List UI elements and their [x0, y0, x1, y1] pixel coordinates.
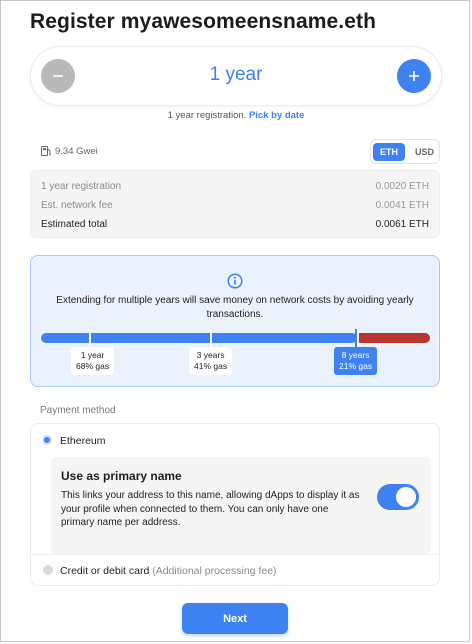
marker-3-years: 3 years 41% gas — [189, 347, 233, 375]
fee-summary: 1 year registration 0.0020 ETH Est. netw… — [30, 170, 440, 238]
marker-years: 3 years — [196, 350, 225, 360]
gas-price: 9.34 Gwei — [40, 145, 98, 157]
cost-bar — [355, 333, 430, 343]
selected-marker — [355, 329, 357, 347]
card-option[interactable]: Credit or debit card (Additional process… — [60, 565, 277, 577]
marker-gas: 41% gas — [194, 361, 228, 371]
duration-subline-text: 1 year registration. — [167, 110, 247, 121]
currency-toggle: ETH USD — [370, 139, 440, 164]
fee-row-network: Est. network fee 0.0041 ETH — [41, 200, 429, 211]
bar-divider — [89, 330, 91, 346]
fee-row-total: Estimated total 0.0061 ETH — [41, 219, 429, 230]
primary-name-title: Use as primary name — [61, 469, 182, 483]
primary-name-description: This links your address to this name, al… — [61, 490, 360, 528]
fee-value: 0.0061 ETH — [375, 219, 429, 230]
fee-value: 0.0020 ETH — [375, 181, 429, 192]
gas-pump-icon — [41, 146, 51, 156]
card-option-extra: (Additional processing fee) — [152, 565, 277, 577]
marker-gas: 21% gas — [339, 361, 373, 371]
currency-eth-option[interactable]: ETH — [373, 142, 405, 161]
primary-name-box: Use as primary name This links your addr… — [51, 457, 431, 555]
fee-value: 0.0041 ETH — [375, 200, 429, 211]
payment-method-card: Ethereum Use as primary name This links … — [30, 423, 440, 586]
duration-selector: 1 year — [30, 46, 442, 106]
ethereum-option-label[interactable]: Ethereum — [60, 435, 106, 447]
pick-by-date-link[interactable]: Pick by date — [249, 110, 304, 121]
fee-row-registration: 1 year registration 0.0020 ETH — [41, 181, 429, 192]
divider — [31, 554, 439, 555]
fee-label: Est. network fee — [41, 200, 113, 211]
fee-label: Estimated total — [41, 219, 108, 230]
bar-divider — [357, 330, 359, 346]
marker-gas: 68% gas — [76, 361, 110, 371]
bar-divider — [210, 330, 212, 346]
currency-usd-option[interactable]: USD — [408, 143, 441, 161]
gas-price-value: 9.34 Gwei — [55, 145, 98, 157]
marker-1-year: 1 year 68% gas — [71, 347, 115, 375]
primary-name-toggle[interactable] — [377, 484, 419, 510]
multi-year-info-card: Extending for multiple years will save m… — [30, 255, 440, 387]
marker-years: 1 year — [80, 350, 105, 360]
card-option-label: Credit or debit card — [60, 565, 150, 577]
plus-icon — [409, 71, 419, 81]
duration-subline: 1 year registration. Pick by date — [0, 110, 472, 121]
info-text: Extending for multiple years will save m… — [56, 295, 414, 320]
marker-years: 8 years — [341, 350, 370, 360]
increase-duration-button[interactable] — [397, 59, 431, 93]
ethereum-radio[interactable] — [42, 435, 52, 445]
marker-8-years: 8 years 21% gas — [334, 347, 378, 375]
next-button[interactable]: Next — [182, 603, 288, 634]
toggle-knob — [396, 487, 416, 507]
duration-value: 1 year — [209, 64, 263, 85]
info-icon — [227, 273, 243, 289]
fee-label: 1 year registration — [41, 181, 122, 192]
card-radio[interactable] — [43, 565, 53, 575]
payment-method-label: Payment method — [40, 405, 116, 416]
page-title: Register myawesomeensname.eth — [30, 10, 377, 33]
